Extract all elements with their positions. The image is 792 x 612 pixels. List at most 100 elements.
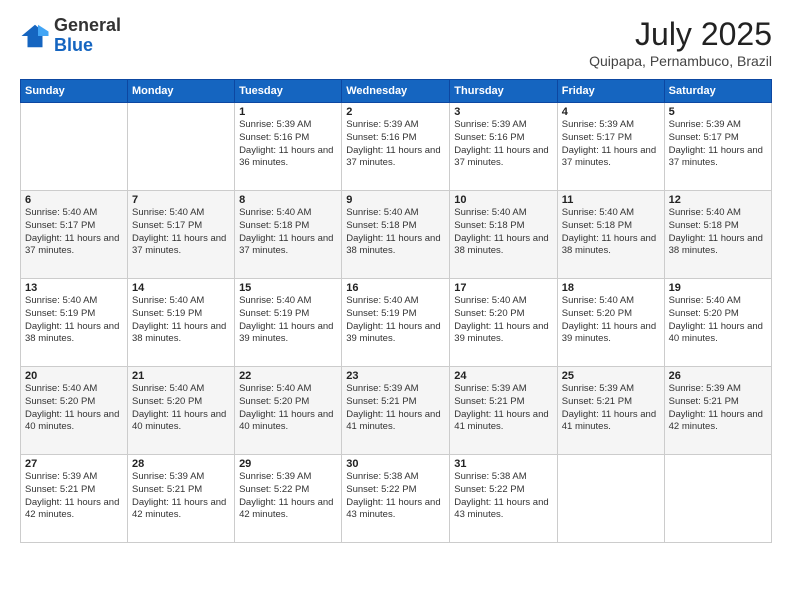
- col-friday: Friday: [557, 80, 664, 103]
- day-detail: Sunrise: 5:40 AM Sunset: 5:17 PM Dayligh…: [25, 207, 123, 258]
- calendar-cell: 10Sunrise: 5:40 AM Sunset: 5:18 PM Dayli…: [450, 191, 557, 279]
- day-detail: Sunrise: 5:40 AM Sunset: 5:19 PM Dayligh…: [132, 295, 230, 346]
- days-row: Sunday Monday Tuesday Wednesday Thursday…: [21, 80, 772, 103]
- header: General Blue July 2025 Quipapa, Pernambu…: [20, 16, 772, 69]
- day-number: 7: [132, 194, 230, 206]
- calendar-cell: 25Sunrise: 5:39 AM Sunset: 5:21 PM Dayli…: [557, 367, 664, 455]
- day-number: 18: [562, 282, 660, 294]
- day-number: 23: [346, 370, 445, 382]
- calendar-cell: [557, 455, 664, 543]
- day-detail: Sunrise: 5:40 AM Sunset: 5:18 PM Dayligh…: [562, 207, 660, 258]
- day-number: 17: [454, 282, 552, 294]
- logo: General Blue: [20, 16, 121, 56]
- calendar-week-5: 27Sunrise: 5:39 AM Sunset: 5:21 PM Dayli…: [21, 455, 772, 543]
- day-number: 28: [132, 458, 230, 470]
- calendar-cell: [664, 455, 771, 543]
- calendar-cell: 11Sunrise: 5:40 AM Sunset: 5:18 PM Dayli…: [557, 191, 664, 279]
- calendar-week-3: 13Sunrise: 5:40 AM Sunset: 5:19 PM Dayli…: [21, 279, 772, 367]
- col-saturday: Saturday: [664, 80, 771, 103]
- day-number: 29: [239, 458, 337, 470]
- calendar-cell: 29Sunrise: 5:39 AM Sunset: 5:22 PM Dayli…: [235, 455, 342, 543]
- day-number: 10: [454, 194, 552, 206]
- day-number: 19: [669, 282, 767, 294]
- day-detail: Sunrise: 5:40 AM Sunset: 5:19 PM Dayligh…: [239, 295, 337, 346]
- day-detail: Sunrise: 5:39 AM Sunset: 5:21 PM Dayligh…: [25, 471, 123, 522]
- calendar-cell: 28Sunrise: 5:39 AM Sunset: 5:21 PM Dayli…: [127, 455, 234, 543]
- day-detail: Sunrise: 5:40 AM Sunset: 5:20 PM Dayligh…: [454, 295, 552, 346]
- day-number: 20: [25, 370, 123, 382]
- calendar-cell: 4Sunrise: 5:39 AM Sunset: 5:17 PM Daylig…: [557, 103, 664, 191]
- calendar-cell: 31Sunrise: 5:38 AM Sunset: 5:22 PM Dayli…: [450, 455, 557, 543]
- col-sunday: Sunday: [21, 80, 128, 103]
- day-detail: Sunrise: 5:39 AM Sunset: 5:16 PM Dayligh…: [346, 119, 445, 170]
- day-number: 25: [562, 370, 660, 382]
- day-detail: Sunrise: 5:39 AM Sunset: 5:21 PM Dayligh…: [669, 383, 767, 434]
- day-detail: Sunrise: 5:40 AM Sunset: 5:20 PM Dayligh…: [25, 383, 123, 434]
- day-number: 6: [25, 194, 123, 206]
- calendar-cell: 13Sunrise: 5:40 AM Sunset: 5:19 PM Dayli…: [21, 279, 128, 367]
- calendar-cell: 27Sunrise: 5:39 AM Sunset: 5:21 PM Dayli…: [21, 455, 128, 543]
- calendar-cell: 18Sunrise: 5:40 AM Sunset: 5:20 PM Dayli…: [557, 279, 664, 367]
- calendar-cell: 14Sunrise: 5:40 AM Sunset: 5:19 PM Dayli…: [127, 279, 234, 367]
- day-detail: Sunrise: 5:39 AM Sunset: 5:16 PM Dayligh…: [454, 119, 552, 170]
- calendar-cell: 16Sunrise: 5:40 AM Sunset: 5:19 PM Dayli…: [342, 279, 450, 367]
- day-number: 3: [454, 106, 552, 118]
- day-number: 30: [346, 458, 445, 470]
- calendar-header: Sunday Monday Tuesday Wednesday Thursday…: [21, 80, 772, 103]
- calendar-cell: 22Sunrise: 5:40 AM Sunset: 5:20 PM Dayli…: [235, 367, 342, 455]
- calendar-cell: 30Sunrise: 5:38 AM Sunset: 5:22 PM Dayli…: [342, 455, 450, 543]
- calendar-week-2: 6Sunrise: 5:40 AM Sunset: 5:17 PM Daylig…: [21, 191, 772, 279]
- calendar-cell: 19Sunrise: 5:40 AM Sunset: 5:20 PM Dayli…: [664, 279, 771, 367]
- title-location: Quipapa, Pernambuco, Brazil: [589, 53, 772, 69]
- title-block: July 2025 Quipapa, Pernambuco, Brazil: [589, 16, 772, 69]
- col-monday: Monday: [127, 80, 234, 103]
- day-detail: Sunrise: 5:39 AM Sunset: 5:16 PM Dayligh…: [239, 119, 337, 170]
- day-number: 16: [346, 282, 445, 294]
- day-detail: Sunrise: 5:40 AM Sunset: 5:19 PM Dayligh…: [346, 295, 445, 346]
- calendar-cell: 24Sunrise: 5:39 AM Sunset: 5:21 PM Dayli…: [450, 367, 557, 455]
- day-detail: Sunrise: 5:39 AM Sunset: 5:17 PM Dayligh…: [669, 119, 767, 170]
- title-month: July 2025: [589, 16, 772, 53]
- calendar-cell: 7Sunrise: 5:40 AM Sunset: 5:17 PM Daylig…: [127, 191, 234, 279]
- calendar-cell: 17Sunrise: 5:40 AM Sunset: 5:20 PM Dayli…: [450, 279, 557, 367]
- day-detail: Sunrise: 5:39 AM Sunset: 5:21 PM Dayligh…: [562, 383, 660, 434]
- day-detail: Sunrise: 5:40 AM Sunset: 5:19 PM Dayligh…: [25, 295, 123, 346]
- calendar-cell: 23Sunrise: 5:39 AM Sunset: 5:21 PM Dayli…: [342, 367, 450, 455]
- day-detail: Sunrise: 5:40 AM Sunset: 5:20 PM Dayligh…: [669, 295, 767, 346]
- day-number: 13: [25, 282, 123, 294]
- calendar-cell: 9Sunrise: 5:40 AM Sunset: 5:18 PM Daylig…: [342, 191, 450, 279]
- day-number: 12: [669, 194, 767, 206]
- calendar-week-4: 20Sunrise: 5:40 AM Sunset: 5:20 PM Dayli…: [21, 367, 772, 455]
- day-number: 4: [562, 106, 660, 118]
- day-number: 24: [454, 370, 552, 382]
- page: General Blue July 2025 Quipapa, Pernambu…: [0, 0, 792, 612]
- day-detail: Sunrise: 5:40 AM Sunset: 5:18 PM Dayligh…: [346, 207, 445, 258]
- day-detail: Sunrise: 5:40 AM Sunset: 5:20 PM Dayligh…: [132, 383, 230, 434]
- logo-general-text: General: [54, 15, 121, 35]
- calendar-cell: 8Sunrise: 5:40 AM Sunset: 5:18 PM Daylig…: [235, 191, 342, 279]
- calendar-cell: 5Sunrise: 5:39 AM Sunset: 5:17 PM Daylig…: [664, 103, 771, 191]
- day-number: 8: [239, 194, 337, 206]
- day-number: 22: [239, 370, 337, 382]
- col-wednesday: Wednesday: [342, 80, 450, 103]
- day-number: 9: [346, 194, 445, 206]
- calendar-cell: 2Sunrise: 5:39 AM Sunset: 5:16 PM Daylig…: [342, 103, 450, 191]
- day-detail: Sunrise: 5:40 AM Sunset: 5:18 PM Dayligh…: [239, 207, 337, 258]
- day-detail: Sunrise: 5:40 AM Sunset: 5:18 PM Dayligh…: [454, 207, 552, 258]
- day-number: 31: [454, 458, 552, 470]
- day-detail: Sunrise: 5:38 AM Sunset: 5:22 PM Dayligh…: [454, 471, 552, 522]
- day-number: 5: [669, 106, 767, 118]
- day-detail: Sunrise: 5:39 AM Sunset: 5:21 PM Dayligh…: [346, 383, 445, 434]
- day-number: 11: [562, 194, 660, 206]
- day-detail: Sunrise: 5:40 AM Sunset: 5:20 PM Dayligh…: [562, 295, 660, 346]
- calendar-cell: 12Sunrise: 5:40 AM Sunset: 5:18 PM Dayli…: [664, 191, 771, 279]
- day-detail: Sunrise: 5:40 AM Sunset: 5:20 PM Dayligh…: [239, 383, 337, 434]
- day-number: 21: [132, 370, 230, 382]
- calendar-cell: 15Sunrise: 5:40 AM Sunset: 5:19 PM Dayli…: [235, 279, 342, 367]
- day-number: 14: [132, 282, 230, 294]
- day-number: 1: [239, 106, 337, 118]
- calendar-cell: 1Sunrise: 5:39 AM Sunset: 5:16 PM Daylig…: [235, 103, 342, 191]
- calendar-cell: [21, 103, 128, 191]
- day-number: 15: [239, 282, 337, 294]
- calendar-cell: 26Sunrise: 5:39 AM Sunset: 5:21 PM Dayli…: [664, 367, 771, 455]
